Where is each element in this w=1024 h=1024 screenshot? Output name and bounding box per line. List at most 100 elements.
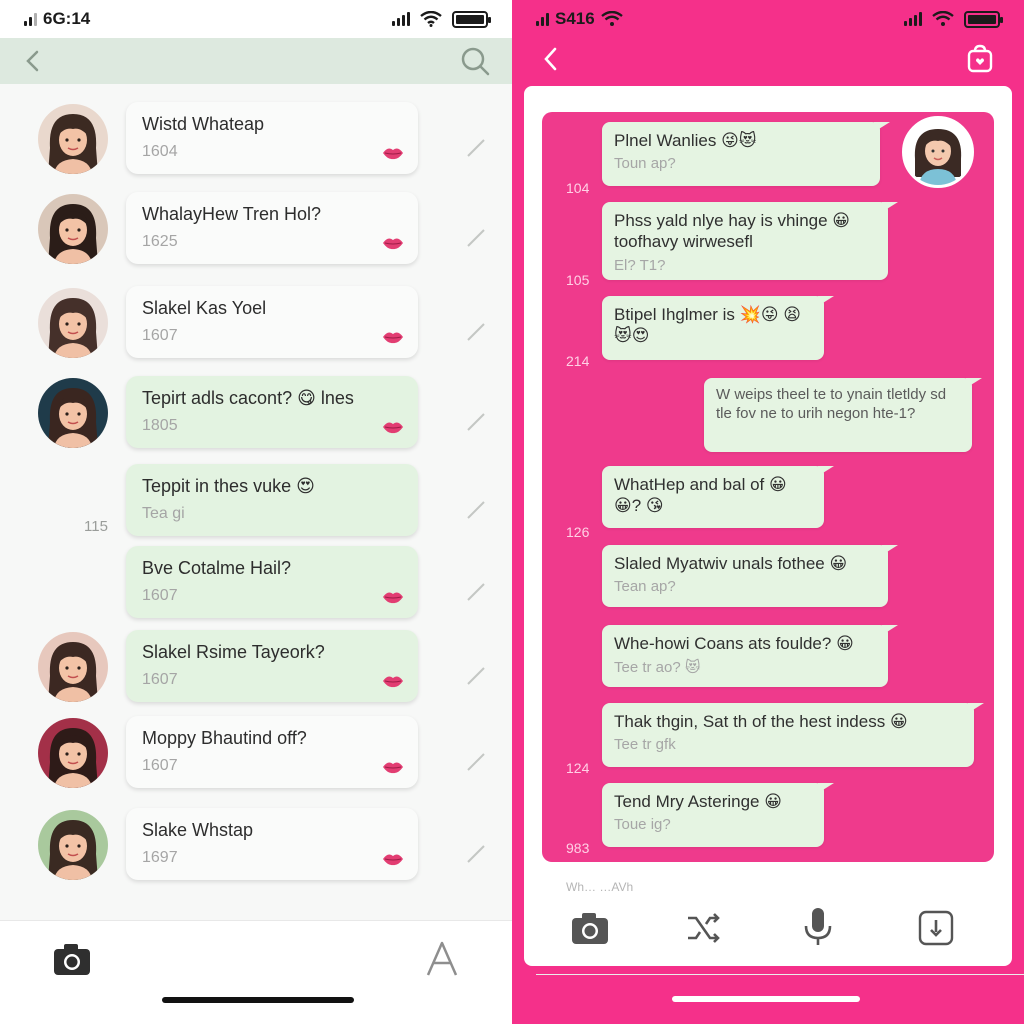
message-text: Btipel Ihglmer is 💥😜 😫😻😍 xyxy=(614,305,801,346)
message-bubble[interactable]: Phss yald nlye hay is vhinge 😀 toofhavy … xyxy=(602,202,898,280)
cellular-icon xyxy=(392,12,410,26)
battery-icon xyxy=(452,10,491,28)
chat-card[interactable]: Bve Cotalme Hail? 1607 xyxy=(126,546,418,618)
message-meta: Tee tr gfk xyxy=(614,736,676,754)
check-icon xyxy=(467,501,485,519)
message-text: Phss yald nlye hay is vhinge 😀 toofhavy … xyxy=(614,211,851,252)
chat-list-item[interactable]: Tepirt adls cacont? 😋 lnes 1805 xyxy=(0,376,512,466)
lips-icon xyxy=(383,854,403,866)
header-bar xyxy=(0,38,512,84)
wifi-icon xyxy=(600,11,623,26)
message-text: Slaled Myatwiv unals fothee 😀 xyxy=(614,554,848,573)
chevron-left-icon[interactable] xyxy=(16,44,50,78)
camera-icon[interactable] xyxy=(52,941,92,977)
status-time: 6G:14 xyxy=(43,9,91,28)
message-side-number: 105 xyxy=(566,272,590,288)
avatar[interactable] xyxy=(38,718,108,788)
chat-card[interactable]: Teppit in thes vuke 😍 Tea gi xyxy=(126,464,418,536)
message-bubble[interactable]: Slaled Myatwiv unals fothee 😀 Tean ap? xyxy=(602,545,898,607)
status-time: S416 xyxy=(555,9,595,28)
chat-name: Slakel Kas Yoel xyxy=(142,298,267,318)
status-bar: 6G:14 xyxy=(0,0,512,38)
chat-list-item[interactable]: Moppy Bhautind off? 1607 xyxy=(0,716,512,806)
message-side-number: 983 xyxy=(566,840,590,856)
chat-preview: 1607 xyxy=(142,587,178,604)
bag-icon[interactable] xyxy=(966,44,994,74)
chat-name: WhalayHew Tren Hol? xyxy=(142,204,322,224)
message-text: Tend Mry Asteringe 😀 xyxy=(614,792,782,811)
camera-icon[interactable] xyxy=(570,908,610,948)
message-meta: Toun ap? xyxy=(614,155,676,173)
chat-name: Teppit in thes vuke 😍 xyxy=(142,476,315,496)
attach-icon[interactable] xyxy=(916,908,956,948)
contact-avatar[interactable] xyxy=(902,116,974,188)
chat-card[interactable]: Wistd Whateap 1604 xyxy=(126,102,418,174)
chat-card[interactable]: Moppy Bhautind off? 1607 xyxy=(126,716,418,788)
left-phone-screen: 6G:14 Wistd Whateap 1604 WhalayHew Tren Ho… xyxy=(0,0,512,1024)
chat-card[interactable]: Slakel Rsime Tayeork? 1607 xyxy=(126,630,418,702)
message-bubble[interactable]: Thak thgin, Sat th of the hest indess 😀 T… xyxy=(602,703,984,767)
status-bar: S416 xyxy=(512,0,1024,38)
avatar[interactable] xyxy=(38,104,108,174)
message-bubble[interactable]: W weips theel te to ynain tletldy sd tle… xyxy=(704,378,982,452)
avatar[interactable] xyxy=(38,810,108,880)
chat-card[interactable]: Tepirt adls cacont? 😋 lnes 1805 xyxy=(126,376,418,448)
chat-preview: 1607 xyxy=(142,757,178,774)
search-icon[interactable] xyxy=(458,44,492,78)
font-a-icon[interactable] xyxy=(424,939,460,979)
check-icon xyxy=(467,413,485,431)
chat-list-item[interactable]: Slake Whstap 1697 xyxy=(0,808,512,898)
message-bubble[interactable]: Btipel Ihglmer is 💥😜 😫😻😍 xyxy=(602,296,834,360)
chat-card[interactable]: Slakel Kas Yoel 1607 xyxy=(126,286,418,358)
message-text: Thak thgin, Sat th of the hest indess 😀 xyxy=(614,712,908,731)
chat-list-item[interactable]: WhalayHew Tren Hol? 1625 xyxy=(0,192,512,282)
avatar[interactable] xyxy=(38,288,108,358)
message-bubble[interactable]: WhatHep and bal of 😀 😀? 😘 xyxy=(602,466,834,528)
chevron-left-icon[interactable] xyxy=(536,44,566,74)
avatar[interactable] xyxy=(38,632,108,702)
message-side-number: 124 xyxy=(566,760,590,776)
avatar[interactable] xyxy=(38,194,108,264)
signal-icon xyxy=(536,12,549,26)
lips-icon xyxy=(383,332,403,344)
chat-list-item[interactable]: Wistd Whateap 1604 xyxy=(0,102,512,192)
chat-list-item[interactable]: Slakel Kas Yoel 1607 xyxy=(0,286,512,376)
shuffle-icon[interactable] xyxy=(684,908,724,948)
chat-list-item[interactable]: Slakel Rsime Tayeork? 1607 xyxy=(0,630,512,720)
check-icon xyxy=(467,323,485,341)
lips-icon xyxy=(383,676,403,688)
chat-preview: 1607 xyxy=(142,327,178,344)
chat-preview: 1604 xyxy=(142,143,178,160)
check-icon xyxy=(467,667,485,685)
message-text: WhatHep and bal of 😀 😀? 😘 xyxy=(614,475,787,516)
message-bubble[interactable]: Whe-howi Coans ats foulde? 😀 Tee tr ao? 😻 xyxy=(602,625,898,687)
check-icon xyxy=(467,753,485,771)
lips-icon xyxy=(383,422,403,434)
battery-icon xyxy=(964,10,1003,28)
footer-caption: Wh… …AVh xyxy=(566,880,634,894)
wifi-icon xyxy=(420,11,442,27)
home-indicator xyxy=(162,997,354,1003)
message-bubble[interactable]: Tend Mry Asteringe 😀 Toue ig? xyxy=(602,783,834,847)
chat-list-item[interactable]: Teppit in thes vuke 😍 Tea gi 115 xyxy=(0,464,512,554)
chat-list-item[interactable]: Bve Cotalme Hail? 1607 xyxy=(0,546,512,636)
signal-icon xyxy=(24,12,37,26)
microphone-icon[interactable] xyxy=(798,906,838,946)
message-side-number: 104 xyxy=(566,180,590,196)
chat-name: Bve Cotalme Hail? xyxy=(142,558,292,578)
bottom-toolbar xyxy=(0,920,512,1024)
chat-name: Moppy Bhautind off? xyxy=(142,728,307,748)
lips-icon xyxy=(383,762,403,774)
chat-name: Tepirt adls cacont? 😋 lnes xyxy=(142,388,354,408)
chat-card[interactable]: Slake Whstap 1697 xyxy=(126,808,418,880)
message-bubble[interactable]: Plnel Wanlies 😜😻 Toun ap? xyxy=(602,122,890,186)
chat-card[interactable]: WhalayHew Tren Hol? 1625 xyxy=(126,192,418,264)
avatar[interactable] xyxy=(38,378,108,448)
message-side-number: 214 xyxy=(566,353,590,369)
chat-name: Wistd Whateap xyxy=(142,114,265,134)
message-text: W weips theel te to ynain tletldy sd tle… xyxy=(716,386,947,422)
chat-preview: Tea gi xyxy=(142,505,185,522)
right-phone-screen: S416 Plnel Wanlies 😜😻 Toun ap? 104 Phss yal… xyxy=(512,0,1024,1024)
chat-preview: 1607 xyxy=(142,671,178,688)
message-text: Whe-howi Coans ats foulde? 😀 xyxy=(614,634,854,653)
